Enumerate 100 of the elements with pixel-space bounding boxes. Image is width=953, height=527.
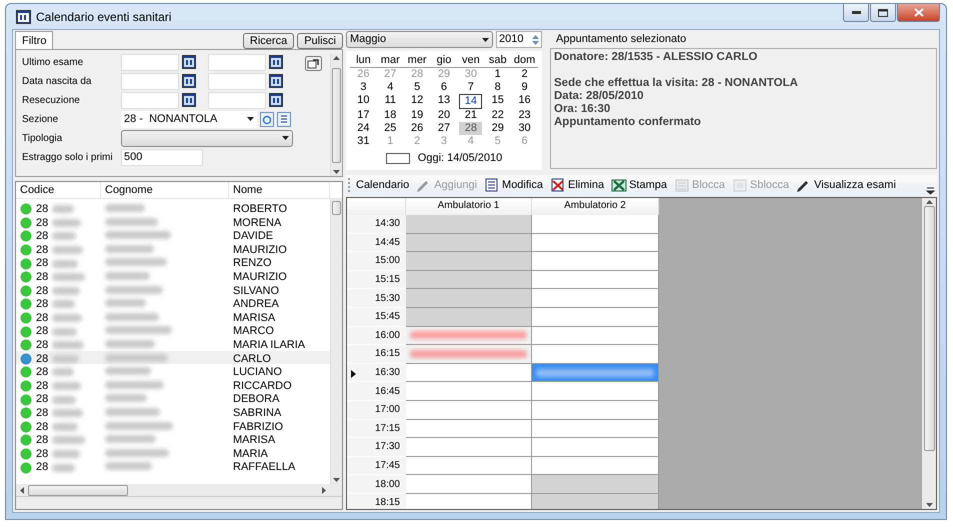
slot-cell[interactable] <box>406 494 532 509</box>
slot-cell[interactable] <box>532 252 659 271</box>
calendar-icon[interactable] <box>182 74 196 88</box>
row-header[interactable]: 14:45 <box>347 234 406 252</box>
slot-cell[interactable] <box>532 438 659 457</box>
calendar-day[interactable]: 20 <box>432 109 456 122</box>
calendar-icon[interactable] <box>182 93 196 107</box>
list-row[interactable]: 28 MORENA <box>16 214 330 228</box>
calendar-day[interactable]: 21 <box>459 109 482 122</box>
year-spinner[interactable]: 2010 <box>496 31 542 48</box>
slot-cell[interactable] <box>406 270 532 290</box>
slot-cell[interactable] <box>406 475 532 494</box>
calendar-icon[interactable] <box>269 93 283 107</box>
calendar-day[interactable]: 10 <box>352 94 375 109</box>
row-header[interactable]: 15:30 <box>347 289 406 308</box>
slot-cell[interactable] <box>532 456 659 476</box>
limit-field[interactable]: 500 <box>121 148 203 166</box>
list-row[interactable]: 28 LUCIANO <box>16 364 330 378</box>
scrollbar-thumb[interactable] <box>28 484 128 496</box>
calendar-day[interactable]: 19 <box>406 109 429 122</box>
list-row[interactable]: 28 MARIA <box>16 446 330 460</box>
slot-cell[interactable] <box>406 420 532 438</box>
calendar-day[interactable]: 1 <box>486 68 510 81</box>
slot-cell[interactable] <box>406 400 532 420</box>
overflow-icon[interactable] <box>926 186 935 195</box>
calendar-day[interactable]: 16 <box>513 94 536 109</box>
slot-cell[interactable] <box>532 494 659 509</box>
slot-cell[interactable] <box>532 345 659 364</box>
toolbar-grip[interactable] <box>348 178 351 192</box>
list-row[interactable]: 28 SILVANO <box>16 282 330 296</box>
slot-cell[interactable] <box>532 364 659 382</box>
scrollbar[interactable] <box>922 198 936 509</box>
slot-cell[interactable] <box>532 420 659 438</box>
calendar-day[interactable]: 5 <box>406 81 429 94</box>
row-header[interactable]: 15:00 <box>347 252 406 271</box>
month-dropdown[interactable]: Maggio <box>346 31 494 48</box>
row-header[interactable]: 18:00 <box>347 475 406 494</box>
calendar-day[interactable]: 12 <box>406 94 429 109</box>
list-row[interactable]: 28 RICCARDO <box>16 378 330 392</box>
slot-cell[interactable] <box>406 345 532 364</box>
calendar-day[interactable]: 3 <box>352 81 375 94</box>
spinner-arrows-icon[interactable] <box>532 34 539 46</box>
scroll-right-icon[interactable] <box>322 486 326 494</box>
row-header[interactable]: 14:30 <box>347 215 406 234</box>
scrollbar-thumb[interactable] <box>924 206 934 451</box>
list-row[interactable]: 28 MARISA <box>16 432 330 446</box>
list-row[interactable]: 28 ROBERTO <box>16 201 330 215</box>
slot-cell[interactable] <box>406 234 532 252</box>
date-field[interactable] <box>208 92 266 108</box>
slot-cell[interactable] <box>406 215 532 234</box>
toolbar-button[interactable]: Visualizza esami <box>794 176 898 194</box>
scrollbar[interactable] <box>330 199 342 484</box>
calendar-day[interactable]: 27 <box>432 122 456 135</box>
calendar-day[interactable]: 30 <box>513 122 536 135</box>
button[interactable]: Ricerca <box>242 33 294 49</box>
list-row[interactable]: 28 MARIA ILARIA <box>16 336 330 351</box>
button[interactable]: Pulisci <box>297 33 343 49</box>
refresh-icon[interactable] <box>260 112 274 126</box>
list-row[interactable]: 28 MARCO <box>16 323 330 337</box>
slot-cell[interactable] <box>406 456 532 476</box>
scrollbar-thumb[interactable] <box>332 68 341 162</box>
calendar-day[interactable]: 28 <box>459 122 482 135</box>
slot-cell[interactable] <box>406 382 532 401</box>
calendar-day[interactable]: 15 <box>486 94 510 109</box>
date-field[interactable] <box>121 72 179 90</box>
calendar-day[interactable]: 22 <box>486 109 510 122</box>
list-row[interactable]: 28 MAURIZIO <box>16 268 330 283</box>
list-row[interactable]: 28 RAFFAELLA <box>16 459 330 473</box>
row-header[interactable]: 16:45 <box>347 382 406 401</box>
list-row[interactable]: 28 CARLO <box>16 350 330 364</box>
scroll-down-icon[interactable] <box>333 478 340 482</box>
calendar-day[interactable]: 7 <box>459 81 482 94</box>
calendar-day[interactable]: 23 <box>513 109 536 122</box>
calendar-icon[interactable] <box>269 74 283 88</box>
date-field[interactable] <box>121 54 179 70</box>
slot-cell[interactable] <box>532 270 659 290</box>
slot-cell[interactable] <box>406 438 532 457</box>
slot-cell[interactable] <box>406 364 532 382</box>
calendar-day[interactable]: 11 <box>378 94 402 109</box>
toolbar-button[interactable]: Modifica <box>482 176 545 194</box>
toolbar-button[interactable]: Calendario <box>354 176 412 194</box>
slot-cell[interactable] <box>532 326 659 346</box>
calendar-day[interactable]: 17 <box>352 109 375 122</box>
close-button[interactable] <box>897 4 940 22</box>
slot-cell[interactable] <box>406 308 532 327</box>
row-header[interactable]: 15:45 <box>347 308 406 327</box>
scroll-down-icon[interactable] <box>926 503 932 507</box>
scrollbar-thumb[interactable] <box>332 201 341 215</box>
slot-cell[interactable] <box>532 400 659 420</box>
row-header[interactable]: 16:15 <box>347 345 406 364</box>
scroll-left-icon[interactable] <box>20 486 24 494</box>
calendar-day[interactable]: 13 <box>432 94 456 109</box>
scroll-down-icon[interactable] <box>333 170 340 174</box>
date-field[interactable] <box>208 72 266 90</box>
calendar-day[interactable]: 14 <box>459 94 482 109</box>
document-icon[interactable] <box>277 112 291 126</box>
slot-cell[interactable] <box>532 289 659 308</box>
row-header[interactable]: 18:15 <box>347 494 406 509</box>
calendar-day[interactable]: 31 <box>352 135 375 148</box>
scrollbar[interactable] <box>330 54 342 176</box>
